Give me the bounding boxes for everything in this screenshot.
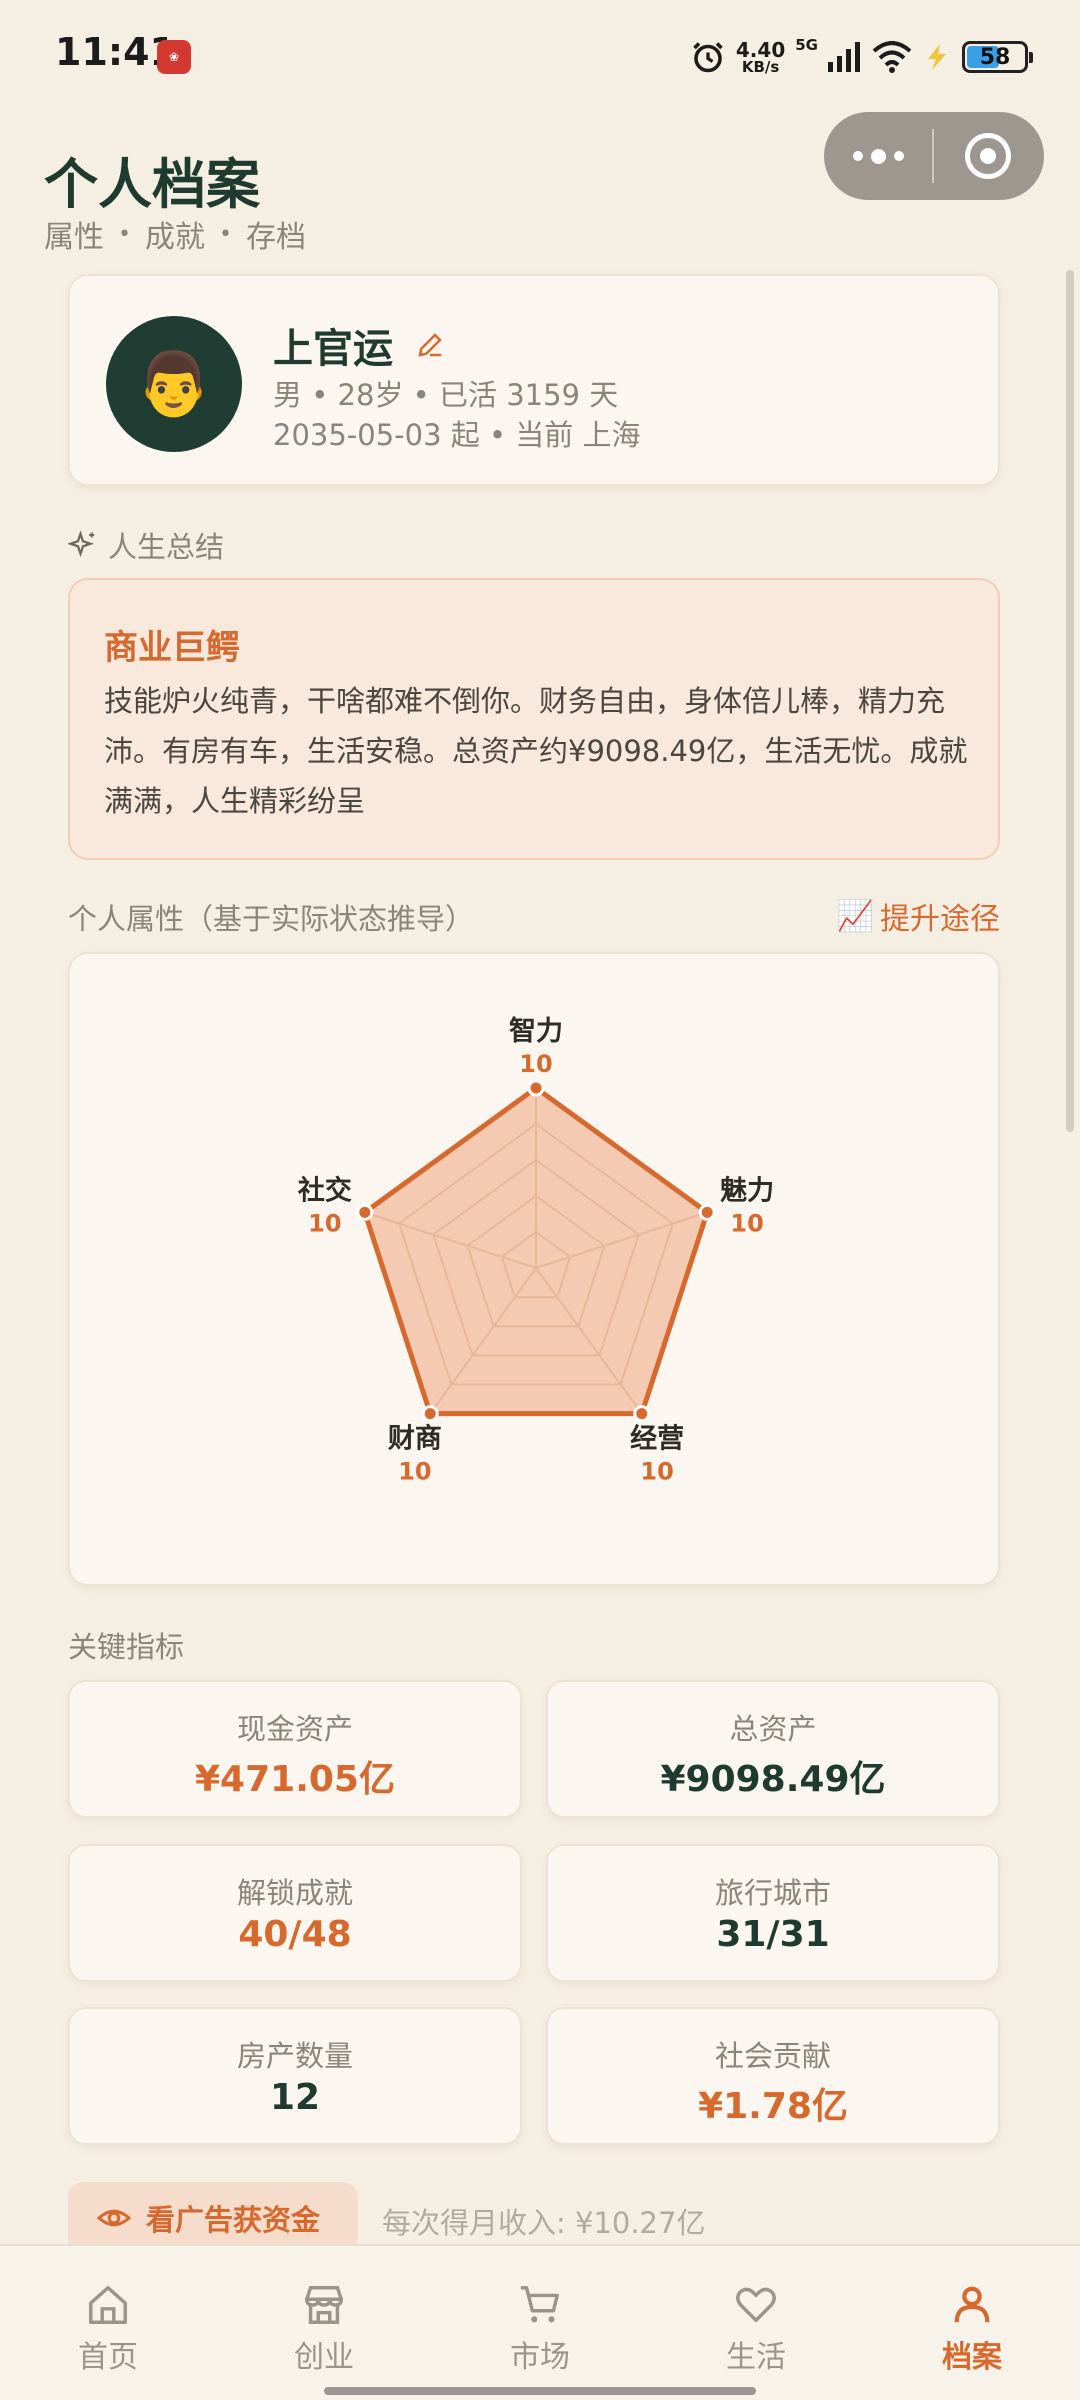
charging-icon bbox=[928, 44, 946, 70]
tab-market[interactable]: 市场 bbox=[432, 2246, 648, 2400]
radar-axis-value: 10 bbox=[730, 1209, 763, 1237]
battery-indicator: 58 bbox=[962, 41, 1033, 73]
radar-point bbox=[421, 1405, 439, 1423]
metric-total-assets: 总资产 ¥9098.49亿 bbox=[546, 1680, 1000, 1818]
trend-up-icon: 📈 bbox=[836, 898, 874, 934]
radar-axis-value: 10 bbox=[308, 1209, 341, 1237]
metric-social-contribution: 社会贡献 ¥1.78亿 bbox=[546, 2007, 1000, 2145]
status-bar: 11:41 ❀ 4.40 KB/s 5G 58 bbox=[0, 0, 1080, 116]
profile-info: 男 • 28岁 • 已活 3159 天 bbox=[273, 378, 619, 412]
metric-achievements: 解锁成就 40/48 bbox=[68, 1844, 522, 1982]
ad-reward-note: 每次得月收入: ¥10.27亿 bbox=[382, 2206, 706, 2240]
profile-name: 上官运 bbox=[273, 326, 393, 372]
home-indicator[interactable] bbox=[324, 2387, 756, 2395]
radar-axis-label: 财商 bbox=[388, 1424, 442, 1455]
radar-axis-label: 经营 bbox=[630, 1423, 684, 1455]
metrics-section-label: 关键指标 bbox=[68, 1630, 185, 1664]
radar-axis-label: 智力 bbox=[509, 1016, 563, 1047]
eye-icon bbox=[96, 2209, 132, 2227]
net-speed: 4.40 KB/s bbox=[735, 37, 786, 76]
metric-property-count: 房产数量 12 bbox=[68, 2007, 522, 2145]
app-notification-icon: ❀ bbox=[157, 40, 191, 74]
scrollbar[interactable] bbox=[1066, 270, 1074, 1132]
attributes-section-label: 个人属性（基于实际状态推导） bbox=[68, 902, 475, 936]
radar-data-area bbox=[362, 1085, 710, 1417]
mini-program-capsule bbox=[824, 112, 1044, 200]
profile-start-location: 2035-05-03 起 • 当前 上海 bbox=[273, 418, 641, 452]
more-options-button[interactable] bbox=[824, 112, 932, 200]
tab-business[interactable]: 创业 bbox=[216, 2246, 432, 2400]
radar-point bbox=[527, 1079, 545, 1097]
close-mini-program-button[interactable] bbox=[934, 112, 1042, 200]
radar-axis-label: 社交 bbox=[298, 1174, 352, 1206]
radar-axis-value: 10 bbox=[519, 1050, 552, 1078]
summary-card: 商业巨鳄 技能炉火纯青，干啥都难不倒你。财务自由，身体倍儿棒，精力充沛。有房有车… bbox=[68, 578, 1000, 860]
tab-life[interactable]: 生活 bbox=[648, 2246, 864, 2400]
cart-icon bbox=[520, 2286, 559, 2323]
edit-icon[interactable] bbox=[415, 330, 445, 360]
summary-title: 商业巨鳄 bbox=[104, 628, 240, 668]
page-subtitle: 属性 • 成就 • 存档 bbox=[44, 212, 306, 256]
target-icon bbox=[965, 133, 1011, 179]
bottom-tab-bar: 首页 创业 市场 生活 档案 bbox=[0, 2244, 1080, 2400]
profile-card: 👨 上官运 男 • 28岁 • 已活 3159 天 2035-05-03 起 •… bbox=[68, 274, 1000, 486]
radar-axis-label: 魅力 bbox=[720, 1175, 774, 1206]
net-type: 5G bbox=[795, 36, 818, 54]
subtitle-item: 存档 bbox=[245, 220, 306, 255]
tab-profile[interactable]: 档案 bbox=[864, 2246, 1080, 2400]
metric-travel-cities: 旅行城市 31/31 bbox=[546, 1844, 1000, 1982]
radar-point bbox=[698, 1203, 716, 1221]
home-icon bbox=[89, 2286, 127, 2324]
subtitle-item: 属性 bbox=[44, 220, 104, 255]
wifi-icon bbox=[872, 41, 912, 73]
status-icons: 4.40 KB/s 5G 58 bbox=[690, 32, 1033, 82]
person-icon bbox=[954, 2286, 990, 2323]
alarm-icon bbox=[693, 42, 723, 73]
subtitle-item: 成就 bbox=[144, 220, 205, 255]
avatar: 👨 bbox=[106, 316, 242, 452]
radar-axis-value: 10 bbox=[640, 1458, 673, 1486]
store-icon bbox=[305, 2286, 343, 2324]
metric-cash-assets: 现金资产 ¥471.05亿 bbox=[68, 1680, 522, 1818]
radar-card: 智力 10 魅力 10 经营 10 财商 10 社交 10 bbox=[68, 952, 1000, 1586]
improve-path-link[interactable]: 📈 提升途径 bbox=[837, 894, 1000, 938]
heart-icon bbox=[736, 2287, 776, 2323]
summary-section-label: 人生总结 bbox=[68, 524, 224, 566]
signal-icon bbox=[828, 42, 860, 72]
radar-point bbox=[633, 1405, 651, 1423]
radar-point bbox=[356, 1203, 374, 1221]
page-title: 个人档案 bbox=[44, 152, 260, 216]
sparkle-icon bbox=[68, 530, 95, 558]
radar-axis-value: 10 bbox=[398, 1458, 431, 1486]
attribute-radar-chart: 智力 10 魅力 10 经营 10 财商 10 社交 10 bbox=[298, 1016, 774, 1486]
summary-text: 技能炉火纯青，干啥都难不倒你。财务自由，身体倍儿棒，精力充沛。有房有车，生活安稳… bbox=[104, 684, 968, 818]
tab-home[interactable]: 首页 bbox=[0, 2246, 216, 2400]
